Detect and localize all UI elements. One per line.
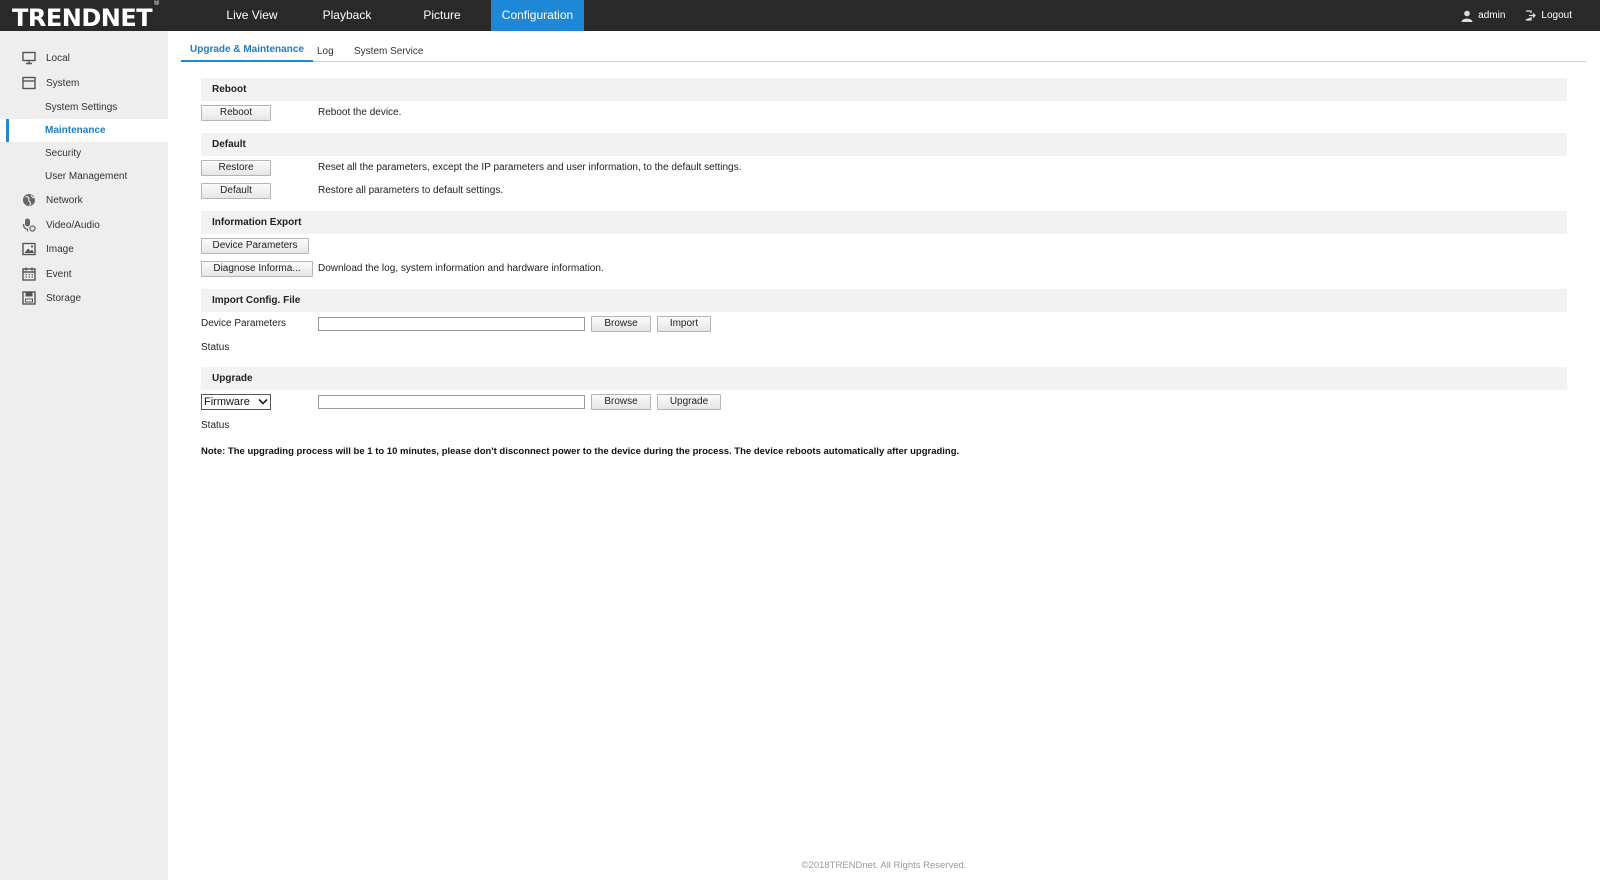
logout-link[interactable]: Logout <box>1525 10 1572 21</box>
sidebar-item-image[interactable]: Image <box>0 238 168 261</box>
footer-copyright: ©2018TRENDnet. All Rights Reserved. <box>801 860 967 871</box>
sidebar-item-label: System Settings <box>45 102 118 113</box>
reboot-button[interactable]: Reboot <box>201 105 271 121</box>
globe-icon <box>23 194 35 206</box>
microphone-icon <box>22 218 36 232</box>
sidebar-item-storage[interactable]: Storage <box>0 287 168 310</box>
storage-icon <box>22 291 36 305</box>
reboot-description: Reboot the device. <box>318 107 402 118</box>
sidebar-item-label: User Management <box>45 171 128 182</box>
sidebar-item-video-audio[interactable]: Video/Audio <box>0 214 168 237</box>
reboot-section-header: Reboot <box>201 78 1567 101</box>
logout-label: Logout <box>1541 10 1572 21</box>
tab-upgrade-maintenance[interactable]: Upgrade & Maintenance <box>181 42 313 62</box>
logout-icon <box>1526 10 1537 21</box>
import-file-path-input[interactable] <box>318 317 585 331</box>
nav-live-view[interactable]: Live View <box>212 0 292 31</box>
nav-configuration[interactable]: Configuration <box>491 0 584 31</box>
sidebar-item-label: Local <box>46 53 70 64</box>
sidebar-item-label: Maintenance <box>45 125 106 136</box>
upgrade-status-label: Status <box>201 420 230 431</box>
sidebar-item-network[interactable]: Network <box>0 189 168 212</box>
sidebar: Local System System Settings Maintenance… <box>0 31 168 880</box>
tab-log[interactable]: Log <box>317 44 334 64</box>
system-icon <box>22 76 36 90</box>
upgrade-browse-button[interactable]: Browse <box>591 394 651 410</box>
import-browse-button[interactable]: Browse <box>591 316 651 332</box>
sidebar-item-label: Video/Audio <box>46 220 100 231</box>
username-label: admin <box>1478 10 1506 21</box>
chevron-down-icon <box>258 398 268 405</box>
upgrade-type-selected-value: Firmware <box>204 396 250 408</box>
export-device-parameters-button[interactable]: Device Parameters <box>201 238 309 254</box>
upgrade-section-header: Upgrade <box>201 367 1567 390</box>
calendar-icon <box>22 267 36 281</box>
monitor-icon <box>22 51 36 65</box>
restore-button[interactable]: Restore <box>201 160 271 176</box>
sidebar-item-label: Security <box>45 148 82 159</box>
nav-playback[interactable]: Playback <box>307 0 387 31</box>
information-export-section-header: Information Export <box>201 211 1567 234</box>
top-navigation-bar: TRENDNET® Live View Playback Picture Con… <box>0 0 1600 32</box>
upgrade-type-select[interactable]: Firmware <box>201 394 271 410</box>
diagnose-information-button[interactable]: Diagnose Informa... <box>201 261 313 277</box>
user-icon <box>1461 10 1473 22</box>
sidebar-item-system[interactable]: System <box>0 72 168 95</box>
sidebar-item-maintenance[interactable]: Maintenance <box>0 119 168 142</box>
user-area: admin Logout <box>1441 0 1572 31</box>
default-button[interactable]: Default <box>201 183 271 199</box>
import-button[interactable]: Import <box>657 316 711 332</box>
diagnose-description: Download the log, system information and… <box>318 263 604 274</box>
sidebar-item-security[interactable]: Security <box>0 142 168 165</box>
upgrade-note: Note: The upgrading process will be 1 to… <box>201 446 960 457</box>
import-status-label: Status <box>201 342 230 353</box>
sidebar-item-event[interactable]: Event <box>0 263 168 286</box>
user-menu[interactable]: admin <box>1461 10 1505 22</box>
default-description: Restore all parameters to default settin… <box>318 185 504 196</box>
sidebar-item-user-management[interactable]: User Management <box>0 165 168 188</box>
sidebar-item-label: Network <box>46 195 83 206</box>
tab-bar: Upgrade & Maintenance Log System Service <box>181 42 1586 62</box>
upgrade-file-path-input[interactable] <box>318 395 585 409</box>
restore-description: Reset all the parameters, except the IP … <box>318 162 742 173</box>
import-device-parameters-label: Device Parameters <box>201 318 287 329</box>
sidebar-item-system-settings[interactable]: System Settings <box>0 96 168 119</box>
sidebar-item-label: Event <box>46 269 72 280</box>
trendnet-logo: TRENDNET® <box>12 0 160 32</box>
upgrade-button[interactable]: Upgrade <box>657 394 721 410</box>
nav-picture[interactable]: Picture <box>402 0 482 31</box>
sidebar-item-label: Image <box>46 244 74 255</box>
tab-system-service[interactable]: System Service <box>354 44 423 64</box>
sidebar-item-label: System <box>46 78 80 89</box>
import-config-section-header: Import Config. File <box>201 289 1567 312</box>
sidebar-item-label: Storage <box>46 293 82 304</box>
default-section-header: Default <box>201 133 1567 156</box>
sidebar-item-local[interactable]: Local <box>0 47 168 70</box>
image-icon <box>22 242 36 256</box>
